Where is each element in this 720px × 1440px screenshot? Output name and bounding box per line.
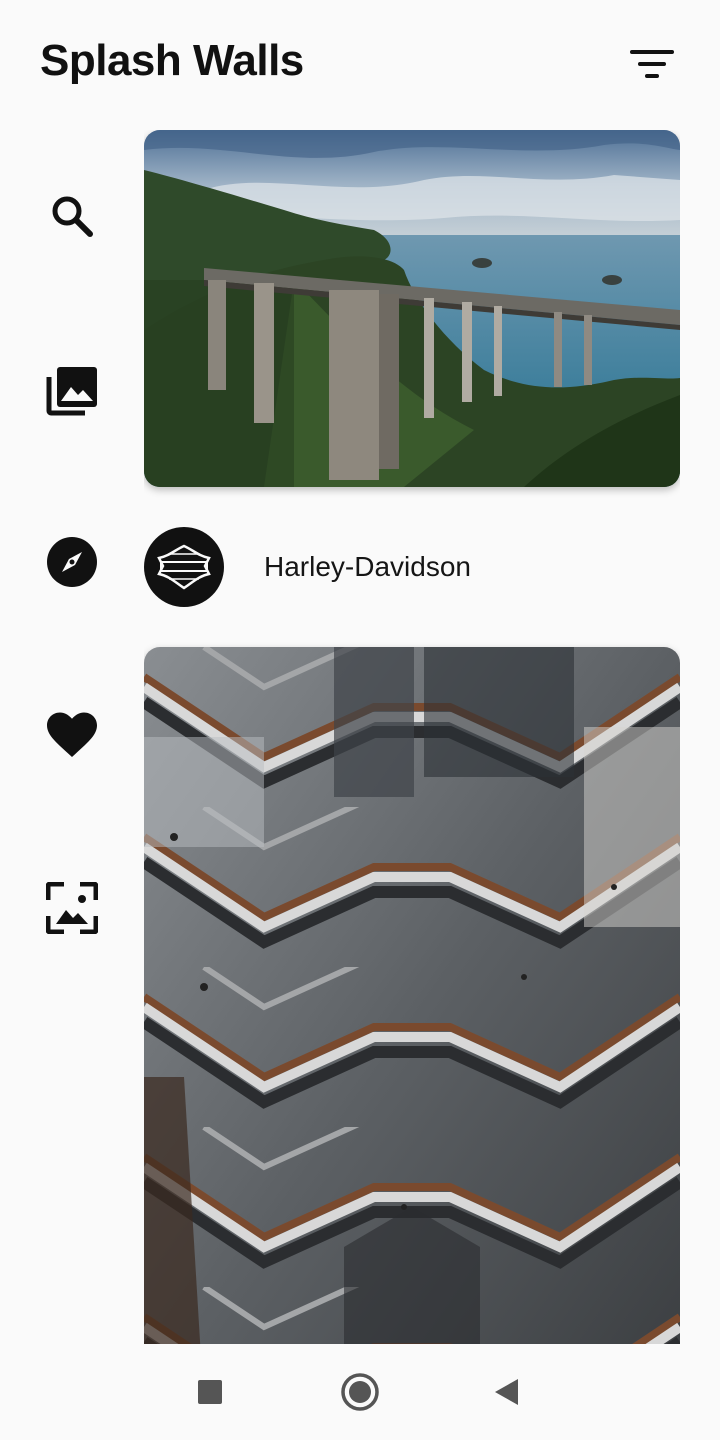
staircase-photo-card[interactable]: [144, 647, 680, 1344]
explore-icon: [47, 537, 97, 587]
bridge-photo-card[interactable]: [144, 130, 680, 487]
bridge-photo: [144, 130, 680, 487]
home-button[interactable]: [336, 1368, 384, 1416]
top-app-bar: Splash Walls: [0, 0, 720, 130]
filter-button[interactable]: [624, 42, 680, 86]
search-icon: [52, 196, 93, 237]
app-title: Splash Walls: [40, 36, 304, 85]
back-triangle-icon: [495, 1379, 518, 1405]
rail-favorites-button[interactable]: [40, 703, 104, 767]
app-root: Splash Walls Harley-Davidson: [0, 0, 720, 1440]
favorite-icon: [47, 712, 97, 757]
navigation-rail: [0, 130, 144, 1344]
wallpaper-icon: [46, 882, 98, 934]
rail-explore-button[interactable]: [40, 530, 104, 594]
rail-collections-button[interactable]: [40, 358, 104, 422]
staircase-photo: [144, 647, 680, 1344]
collection-name: Harley-Davidson: [264, 551, 471, 582]
recents-button[interactable]: [186, 1368, 234, 1416]
photo-library-icon: [46, 367, 97, 416]
rail-wallpapers-button[interactable]: [40, 876, 104, 940]
harley-davidson-logo: [157, 544, 211, 590]
home-circle-icon: [341, 1373, 379, 1411]
photo-feed: Harley-Davidson: [144, 130, 680, 1344]
recents-square-icon: [198, 1380, 222, 1404]
rail-search-button[interactable]: [40, 184, 104, 248]
system-navigation-bar: [0, 1344, 720, 1440]
filter-list-icon: [630, 50, 674, 78]
collection-row[interactable]: Harley-Davidson: [144, 527, 680, 607]
avatar: [144, 527, 224, 607]
back-button[interactable]: [482, 1368, 530, 1416]
